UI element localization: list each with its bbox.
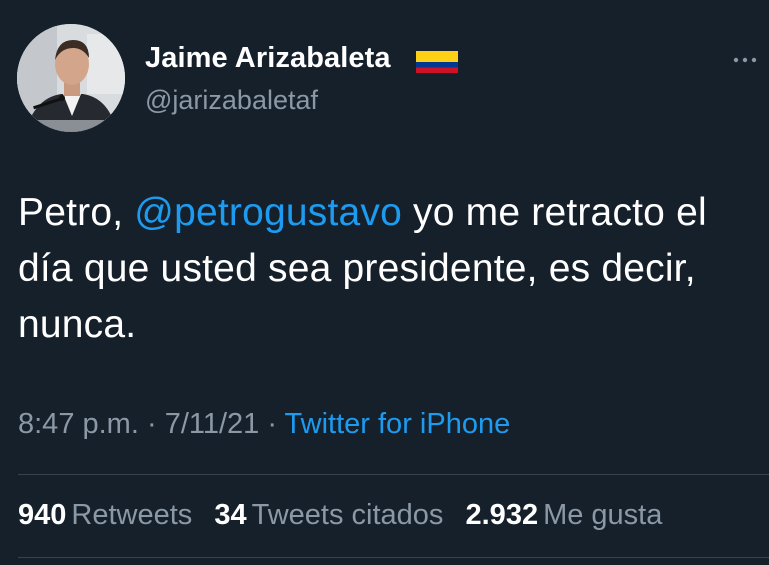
retweets-stat[interactable]: 940 Retweets	[18, 499, 192, 532]
avatar[interactable]	[17, 24, 125, 132]
quote-tweets-count: 34	[214, 499, 247, 531]
author-handle[interactable]: @jarizabaletaf	[145, 85, 318, 116]
tweet-stats: 940 Retweets 34 Tweets citados 2.932 Me gus…	[18, 499, 676, 532]
tweet-text: Petro, @petrogustavo yo me retracto el d…	[18, 185, 758, 353]
retweets-count: 940	[18, 499, 67, 531]
colombia-flag-icon	[416, 51, 458, 73]
likes-label: Me gusta	[543, 499, 663, 531]
retweets-label: Retweets	[71, 499, 193, 531]
quote-tweets-label: Tweets citados	[251, 499, 444, 531]
meta-separator: ·	[138, 408, 165, 440]
tweet-source-link[interactable]: Twitter for iPhone	[285, 408, 511, 440]
tweet-card: Jaime Arizabaleta @jarizabaletaf Petro, …	[0, 0, 769, 565]
divider	[18, 474, 769, 475]
tweet-date[interactable]: 7/11/21	[165, 408, 260, 440]
mention-link[interactable]: @petrogustavo	[134, 191, 402, 234]
tweet-text-start: Petro,	[18, 191, 135, 234]
tweet-time[interactable]: 8:47 p.m.	[18, 408, 139, 440]
avatar-photo-icon	[17, 24, 125, 132]
likes-stat[interactable]: 2.932 Me gusta	[466, 499, 663, 532]
author-display-name[interactable]: Jaime Arizabaleta	[145, 42, 391, 75]
likes-count: 2.932	[465, 499, 539, 531]
tweet-meta: 8:47 p.m. · 7/11/21 · Twitter for iPhone	[18, 408, 510, 441]
divider	[18, 557, 769, 558]
more-options-icon[interactable]	[728, 48, 762, 72]
quote-tweets-stat[interactable]: 34 Tweets citados	[214, 499, 443, 532]
meta-separator: ·	[259, 408, 285, 440]
